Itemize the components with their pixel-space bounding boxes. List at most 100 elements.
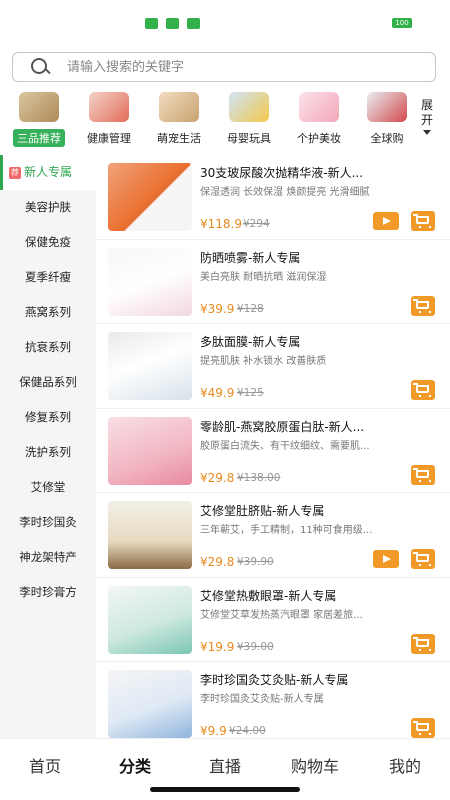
category-label: 健康管理 — [87, 132, 131, 145]
sidebar-item[interactable]: 美容护肤 — [0, 190, 96, 225]
category-thumbnail — [89, 92, 129, 122]
add-to-cart-button[interactable] — [411, 464, 435, 485]
add-to-cart-button[interactable] — [411, 211, 435, 231]
cart-icon — [413, 721, 431, 735]
category-label: 个护美妆 — [297, 132, 341, 145]
category-item[interactable]: 个护美妆 — [284, 92, 354, 147]
product-subtitle: 美白亮肤 耐晒抗晒 滋润保湿 — [200, 271, 327, 283]
sidebar-item-label: 新人专属 — [24, 165, 73, 179]
sidebar-item[interactable]: 李时珍国灸 — [0, 505, 96, 540]
download-icon — [187, 18, 200, 29]
product-card[interactable]: 多肽面膜-新人专属 提亮肌肤 补水锁水 改善肤质 ¥49.9 ¥125 — [96, 324, 450, 409]
notification-icon — [145, 18, 158, 29]
add-to-cart-button[interactable] — [411, 295, 435, 316]
product-title: 艾修堂热敷眼罩-新人专属 — [200, 588, 337, 603]
app-screen: 100 三品推荐 健康管理 萌宠生活 母婴玩具 个护美妆 全球购 — [0, 0, 450, 800]
product-original-price: ¥39.00 — [237, 640, 274, 653]
category-item[interactable]: 母婴玩具 — [214, 92, 284, 147]
nav-live[interactable]: 直播 — [180, 753, 270, 777]
product-list: 30支玻尿酸次抛精华液-新人... 保湿透润 长效保湿 焕颜提亮 光滑细腻 ¥1… — [96, 155, 450, 738]
product-card[interactable]: 零龄肌-燕窝胶原蛋白肽-新人... 胶原蛋白流失、有干纹细纹、需要肌... ¥2… — [96, 409, 450, 493]
battery-icon: 100 — [392, 18, 412, 28]
chevron-down-icon — [423, 130, 431, 135]
add-to-cart-button[interactable] — [411, 549, 435, 569]
sidebar-item[interactable]: 燕窝系列 — [0, 295, 96, 330]
product-image — [108, 416, 192, 485]
product-subtitle: 三年蕲艾，手工精制，11种可食用级... — [200, 525, 373, 536]
product-subtitle: 提亮肌肤 补水锁水 改善肤质 — [200, 356, 327, 367]
nav-category[interactable]: 分类 — [90, 753, 180, 777]
category-strip: 三品推荐 健康管理 萌宠生活 母婴玩具 个护美妆 全球购 — [0, 92, 450, 148]
product-original-price: ¥294 — [243, 218, 270, 230]
product-price: ¥29.8 — [200, 470, 235, 485]
category-thumbnail — [159, 92, 199, 122]
cart-icon — [413, 298, 431, 313]
sidebar-item[interactable]: 神龙架特产 — [0, 540, 96, 575]
play-icon[interactable] — [373, 550, 399, 568]
nav-cart[interactable]: 购物车 — [270, 753, 360, 777]
product-card[interactable]: 30支玻尿酸次抛精华液-新人... 保湿透润 长效保湿 焕颜提亮 光滑细腻 ¥1… — [96, 155, 450, 240]
product-price: ¥29.8 — [200, 555, 235, 569]
product-image — [108, 670, 192, 738]
status-icons — [145, 18, 200, 29]
sidebar-item[interactable]: 修复系列 — [0, 400, 96, 435]
category-label: 母婴玩具 — [227, 132, 271, 145]
product-title: 艾修堂肚脐贴-新人专属 — [200, 504, 325, 518]
product-price: ¥118.9 — [200, 217, 242, 231]
product-original-price: ¥128 — [237, 302, 264, 315]
product-price: ¥39.9 — [200, 301, 235, 316]
category-label: 萌宠生活 — [157, 132, 201, 145]
sidebar-item[interactable]: 抗衰系列 — [0, 330, 96, 365]
product-original-price: ¥24.00 — [229, 725, 266, 737]
product-subtitle: 胶原蛋白流失、有干纹细纹、需要肌... — [200, 440, 370, 452]
product-card[interactable]: 艾修堂肚脐贴-新人专属 三年蕲艾，手工精制，11种可食用级... ¥29.8 ¥… — [96, 493, 450, 578]
product-price: ¥9.9 — [200, 724, 227, 738]
cart-icon — [413, 214, 431, 228]
nav-home[interactable]: 首页 — [0, 753, 90, 777]
product-subtitle: 李时珍国灸艾灸贴-新人专属 — [200, 694, 324, 705]
sidebar-item[interactable]: 夏季纤瘦 — [0, 260, 96, 295]
product-title: 30支玻尿酸次抛精华液-新人... — [200, 166, 364, 180]
nav-profile[interactable]: 我的 — [360, 753, 450, 777]
sidebar-item[interactable]: 李时珍膏方 — [0, 575, 96, 610]
category-label: 三品推荐 — [13, 129, 65, 147]
product-card[interactable]: 防晒喷雾-新人专属 美白亮肤 耐晒抗晒 滋润保湿 ¥39.9 ¥128 — [96, 240, 450, 324]
sidebar-item[interactable]: 洗护系列 — [0, 435, 96, 470]
product-image — [108, 332, 192, 400]
category-thumbnail — [19, 92, 59, 122]
product-original-price: ¥138.00 — [237, 471, 281, 484]
product-card[interactable]: 艾修堂热敷眼罩-新人专属 艾修堂艾草发热蒸汽眼罩 家居差旅... ¥19.9 ¥… — [96, 578, 450, 662]
expand-button[interactable]: 展开 — [416, 98, 438, 135]
add-to-cart-button[interactable] — [411, 380, 435, 400]
category-thumbnail — [229, 92, 269, 122]
product-title: 防晒喷雾-新人专属 — [200, 250, 301, 265]
category-item[interactable]: 全球购 — [352, 92, 422, 147]
search-icon — [31, 58, 49, 76]
product-image — [108, 247, 192, 316]
product-original-price: ¥39.90 — [237, 556, 274, 568]
sidebar-item-new-user[interactable]: 荐新人专属 — [0, 155, 96, 190]
search-bar[interactable] — [12, 52, 436, 82]
category-item[interactable]: 萌宠生活 — [144, 92, 214, 147]
category-item[interactable]: 三品推荐 — [4, 92, 74, 147]
category-item[interactable]: 健康管理 — [74, 92, 144, 147]
sidebar-item[interactable]: 保健品系列 — [0, 365, 96, 400]
sidebar-item[interactable]: 艾修堂 — [0, 470, 96, 505]
shield-icon — [166, 18, 179, 29]
search-input[interactable] — [67, 59, 435, 75]
product-title: 李时珍国灸艾灸贴-新人专属 — [200, 673, 349, 687]
sidebar-item[interactable]: 保健免疫 — [0, 225, 96, 260]
add-to-cart-button[interactable] — [411, 633, 435, 654]
cart-icon — [413, 552, 431, 566]
add-to-cart-button[interactable] — [411, 718, 435, 738]
bottom-nav: 首页 分类 直播 购物车 我的 — [0, 738, 450, 800]
product-subtitle: 保湿透润 长效保湿 焕颜提亮 光滑细腻 — [200, 187, 370, 198]
play-icon[interactable] — [373, 212, 399, 230]
product-title: 多肽面膜-新人专属 — [200, 335, 301, 349]
status-bar: 100 — [0, 0, 450, 44]
category-thumbnail — [367, 92, 407, 122]
expand-label: 展开 — [420, 98, 433, 127]
product-price: ¥19.9 — [200, 639, 235, 654]
recommend-badge: 荐 — [9, 166, 21, 179]
product-card[interactable]: 李时珍国灸艾灸贴-新人专属 李时珍国灸艾灸贴-新人专属 ¥9.9 ¥24.00 — [96, 662, 450, 738]
